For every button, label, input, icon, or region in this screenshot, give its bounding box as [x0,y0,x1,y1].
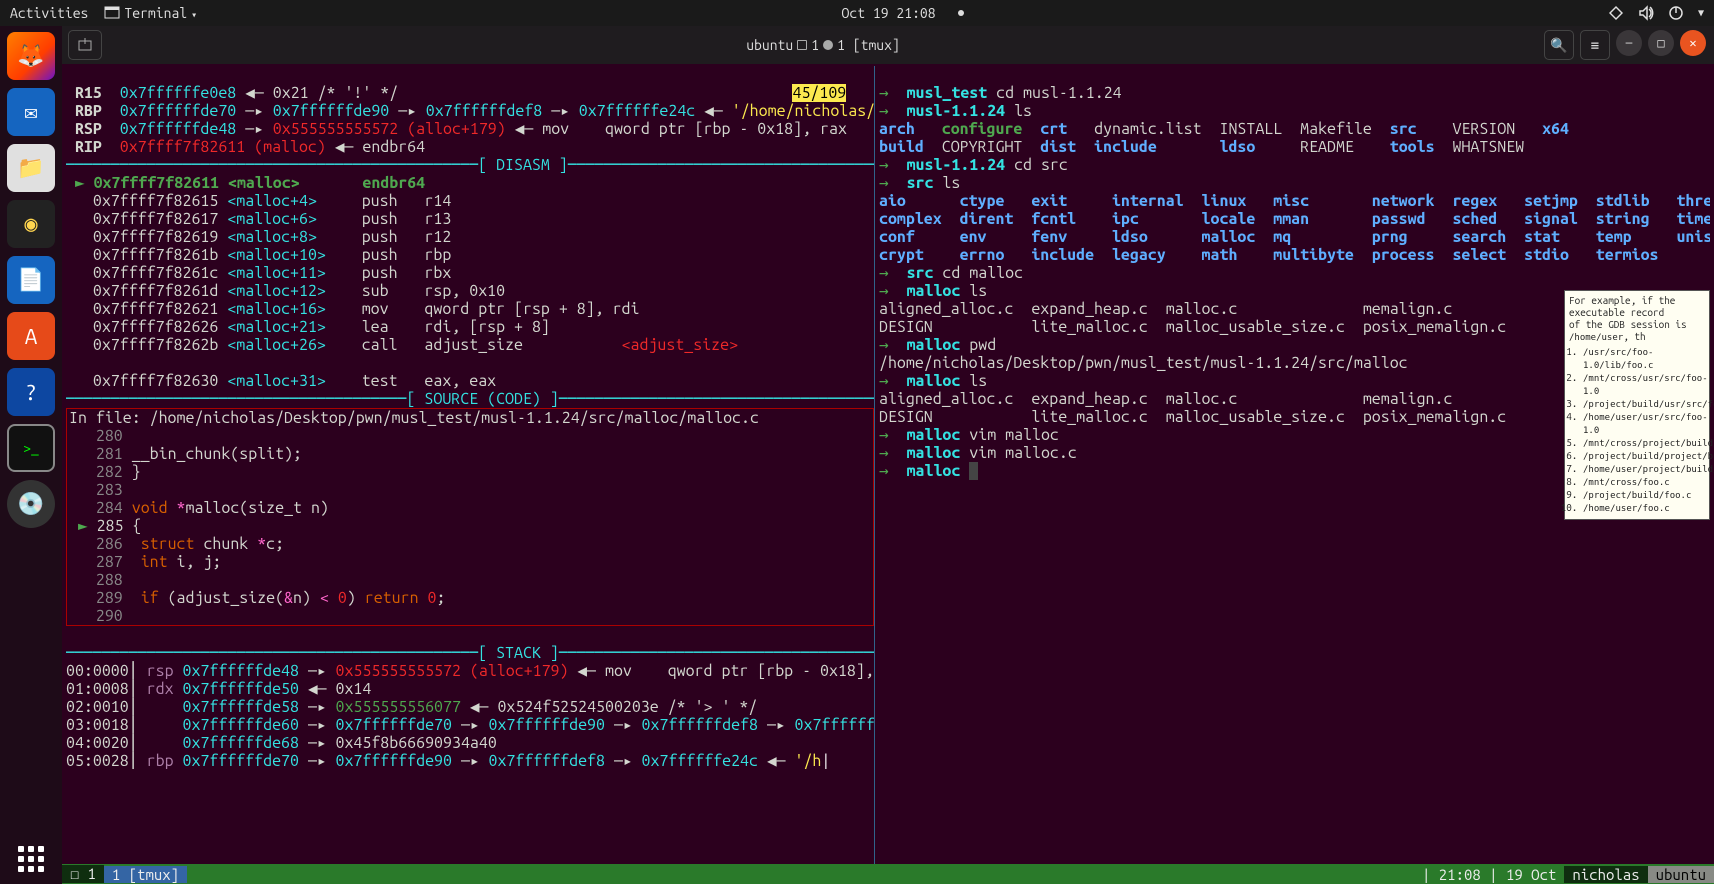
notification-dot [958,10,964,16]
tmux-clock: | 21:08 | 19 Oct [1414,866,1564,883]
network-icon[interactable] [1608,5,1624,21]
gdb-doc-tooltip: For example, if the executable recordof … [1564,290,1710,520]
tmux-session[interactable]: ☐ 1 [62,865,104,883]
ubuntu-dock: 🦊 ✉ 📁 ◉ 📄 A ? >_ 💿 [0,26,62,884]
tmux-user: nicholas [1564,866,1647,883]
tmux-window[interactable]: 1 [tmux] [104,866,187,883]
dock-software[interactable]: A [7,312,55,360]
stack-header: ────────────────────────────────────────… [66,644,874,662]
minimize-button[interactable]: — [1616,30,1642,56]
close-button[interactable]: ✕ [1680,30,1706,56]
dock-firefox[interactable]: 🦊 [7,32,55,80]
volume-icon[interactable] [1638,5,1654,21]
terminal-window: ubuntu11 [tmux] 🔍 ≡ — □ ✕ R15 0x7ffffffe… [62,26,1714,884]
tmux-statusbar: ☐ 1 1 [tmux] | 21:08 | 19 Oct nicholas u… [62,864,1714,884]
power-icon[interactable] [1668,5,1684,21]
dock-terminal[interactable]: >_ [7,424,55,472]
gnome-topbar: Activities Terminal Oct 19 21:08 ▼ [0,0,1714,26]
search-counter: 45/109 [792,84,846,102]
dock-thunderbird[interactable]: ✉ [7,88,55,136]
dock-files[interactable]: 📁 [7,144,55,192]
terminal-titlebar: ubuntu11 [tmux] 🔍 ≡ — □ ✕ [62,26,1714,64]
dock-help[interactable]: ? [7,368,55,416]
hamburger-menu[interactable]: ≡ [1580,30,1610,60]
tmux-host: ubuntu [1648,866,1714,883]
tooltip-list: /usr/src/foo-1.0/lib/foo.c/mnt/cross/usr… [1583,346,1705,515]
maximize-button[interactable]: □ [1648,30,1674,56]
activities-button[interactable]: Activities [10,5,88,21]
dock-disc[interactable]: 💿 [7,480,55,528]
clock[interactable]: Oct 19 21:08 [842,5,936,21]
dock-show-apps[interactable] [18,846,44,872]
app-menu[interactable]: Terminal [104,5,197,21]
new-tab-button[interactable] [68,30,102,60]
source-box: In file: /home/nicholas/Desktop/pwn/musl… [66,408,874,626]
pane-pwndbg[interactable]: R15 0x7ffffffe0e8 ◀— 0x21 /* '!' */ 45/1… [66,66,874,884]
dock-writer[interactable]: 📄 [7,256,55,304]
source-header: ──────────────────────────────────────[ … [66,390,874,408]
disasm-header: ────────────────────────────────────────… [66,156,874,174]
window-title: ubuntu11 [tmux] [102,37,1544,53]
system-menu-arrow[interactable]: ▼ [1698,7,1704,19]
dock-rhythmbox[interactable]: ◉ [7,200,55,248]
search-button[interactable]: 🔍 [1544,30,1574,60]
